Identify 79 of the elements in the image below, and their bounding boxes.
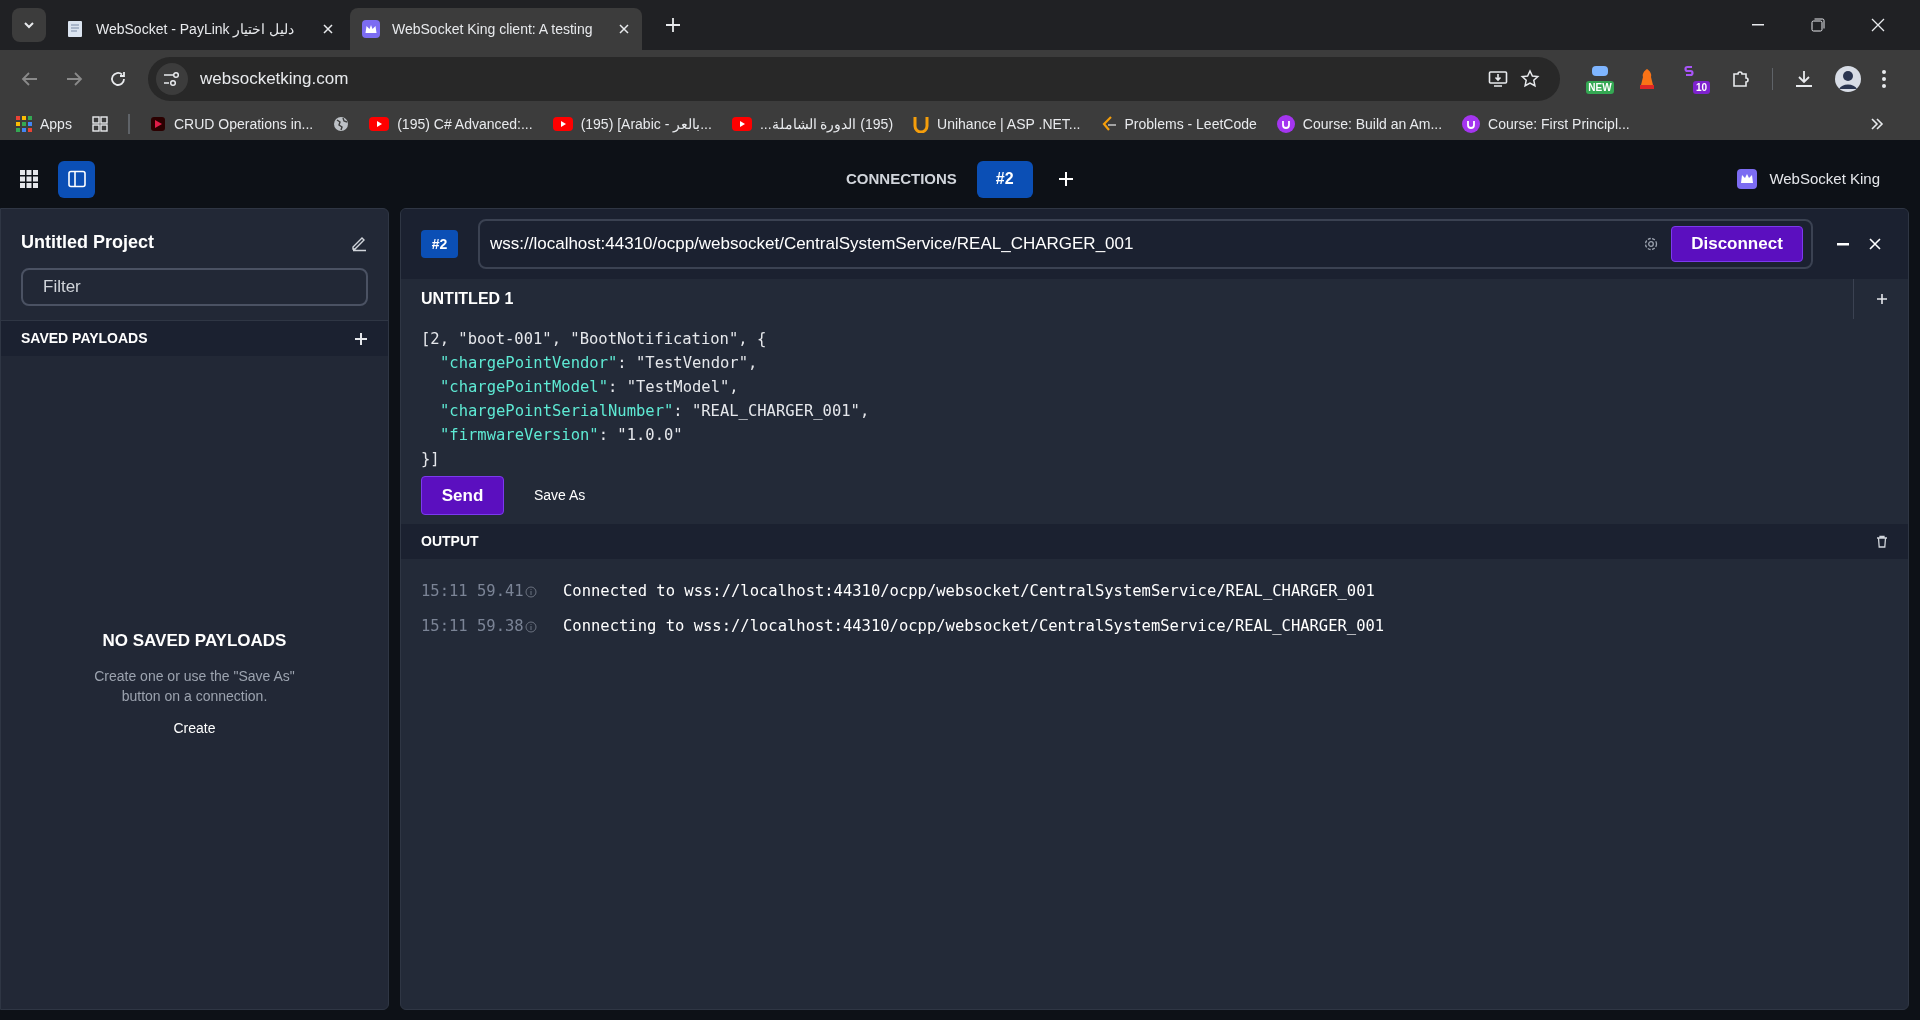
download-icon[interactable] bbox=[1793, 68, 1815, 90]
empty-state-text: Create one or use the "Save As" button on a connection. bbox=[93, 666, 296, 706]
close-icon[interactable] bbox=[322, 23, 334, 35]
url-text: websocketking.com bbox=[200, 68, 349, 91]
bookmark[interactable]: Apps bbox=[16, 113, 72, 135]
crown-logo-icon bbox=[1737, 169, 1758, 189]
bookmark[interactable]: Course: Build an Am... bbox=[1276, 113, 1443, 135]
save-as-button[interactable]: Save As bbox=[534, 485, 586, 506]
close-icon bbox=[1871, 18, 1885, 32]
reload-icon bbox=[109, 70, 127, 88]
minimize-icon[interactable] bbox=[1837, 242, 1849, 246]
menu-icon[interactable] bbox=[1881, 69, 1887, 89]
filter-field[interactable]: Filter bbox=[21, 268, 368, 306]
install-app-icon[interactable] bbox=[1488, 69, 1508, 89]
connection-badge: #2 bbox=[421, 230, 458, 258]
trash-icon[interactable] bbox=[1876, 535, 1888, 548]
crown-logo-icon bbox=[362, 20, 380, 38]
sidebar-toggle-button[interactable] bbox=[58, 160, 95, 198]
timestamp: 15:11 59.41 bbox=[421, 580, 525, 602]
bookmark[interactable]: Problems - LeetCode bbox=[1100, 113, 1257, 135]
globe-icon[interactable] bbox=[333, 116, 350, 132]
u-logo-icon bbox=[913, 115, 930, 133]
video-play-icon bbox=[731, 117, 752, 131]
more-bookmarks-icon[interactable] bbox=[1870, 118, 1884, 130]
payload-editor[interactable]: [2, "boot-001", "BootNotification", { "chargePointVendor": "TestVendor", "chargePointModel": "TestModel", "chargePointSerialNumber": "REAL_CHARGER_001", "firmwareVersion": "1.0.0" }] bbox=[421, 327, 1888, 471]
site-settings-icon bbox=[163, 71, 181, 87]
connections-label: CONNECTIONS bbox=[846, 168, 957, 189]
browser-tab[interactable]: WebSocket King client: A testing bbox=[350, 8, 642, 50]
u-badge-icon bbox=[1462, 115, 1481, 133]
empty-state-title: NO SAVED PAYLOADS bbox=[102, 630, 287, 652]
extension-button[interactable]: 10 bbox=[1678, 64, 1710, 94]
address-bar[interactable]: websocketking.com bbox=[148, 57, 1560, 101]
sidebar-icon bbox=[67, 170, 86, 188]
payload-title: UNTITLED 1 bbox=[421, 289, 514, 309]
tab-list-button[interactable] bbox=[12, 8, 46, 42]
plus-icon bbox=[1057, 171, 1074, 187]
timestamp: 15:11 59.38 bbox=[421, 615, 525, 637]
section-heading: SAVED PAYLOADS bbox=[21, 329, 148, 348]
video-play-icon bbox=[552, 117, 573, 131]
brand-name: WebSocket King bbox=[1769, 168, 1880, 189]
forward-arrow-icon bbox=[65, 70, 83, 88]
bookmark[interactable]: Course: First Principl... bbox=[1462, 113, 1630, 135]
info-icon bbox=[525, 585, 537, 598]
u-badge-icon bbox=[1276, 115, 1295, 133]
log-message: Connected to wss://localhost:44310/ocpp/websocket/CentralSystemService/REAL_CHARGER_001 bbox=[563, 580, 1375, 602]
apps-grid-icon[interactable] bbox=[20, 170, 38, 188]
bookmark[interactable]: (195) [Arabic - بالعر... bbox=[552, 113, 712, 135]
output-title: OUTPUT bbox=[421, 532, 479, 551]
settings-icon[interactable] bbox=[1643, 236, 1659, 252]
bookmark[interactable]: Unihance | ASP .NET... bbox=[913, 113, 1081, 135]
apps-grid-icon bbox=[16, 116, 32, 132]
minimize-icon bbox=[1752, 24, 1764, 26]
create-link[interactable]: Create bbox=[173, 717, 216, 739]
browser-tab[interactable]: WebSocket - PayLink دليل اختيار bbox=[54, 8, 346, 50]
document-icon bbox=[66, 20, 84, 38]
star-icon[interactable] bbox=[1520, 69, 1540, 89]
bookmark[interactable]: (195) C# Advanced:... bbox=[369, 113, 533, 135]
restore-icon bbox=[1811, 18, 1825, 32]
tab-groups-icon[interactable] bbox=[91, 116, 108, 132]
connection-tab[interactable]: #2 bbox=[976, 160, 1033, 198]
send-button[interactable]: Send bbox=[421, 476, 504, 515]
bracket-logo-icon bbox=[1100, 115, 1117, 133]
bookmark[interactable]: (195) الدورة الشاملة... bbox=[731, 113, 894, 135]
info-icon bbox=[525, 620, 537, 633]
close-icon[interactable] bbox=[618, 23, 630, 35]
plus-icon[interactable] bbox=[1876, 293, 1888, 305]
s-logo-icon bbox=[1684, 65, 1694, 79]
log-message: Connecting to wss://localhost:44310/ocpp/websocket/CentralSystemService/REAL_CHARGER_001 bbox=[563, 615, 1385, 637]
bookmark[interactable]: CRUD Operations in... bbox=[149, 113, 314, 135]
plus-icon bbox=[665, 17, 681, 33]
play-icon bbox=[149, 116, 166, 132]
disconnect-button[interactable]: Disconnect bbox=[1671, 226, 1803, 262]
avatar-icon[interactable] bbox=[1835, 66, 1861, 92]
puzzle-icon[interactable] bbox=[1730, 68, 1752, 90]
url-field[interactable]: wss://localhost:44310/ocpp/websocket/CentralSystemService/REAL_CHARGER_001 Disconnect bbox=[478, 219, 1813, 269]
video-play-icon bbox=[369, 117, 390, 131]
plus-icon[interactable] bbox=[354, 331, 368, 346]
back-arrow-icon bbox=[21, 70, 39, 88]
project-title: Untitled Project bbox=[21, 231, 154, 254]
